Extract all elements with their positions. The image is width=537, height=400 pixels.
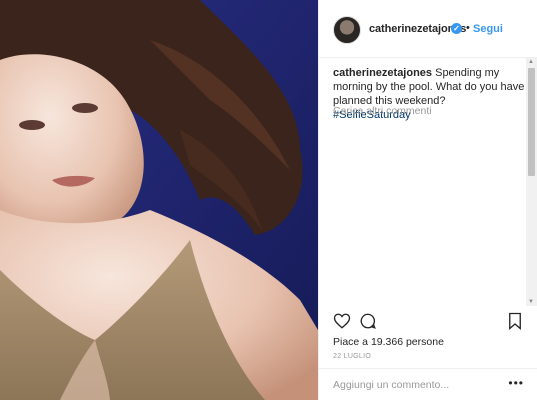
post-details-panel: catherinezetajones ✓ • Segui catherineze… bbox=[318, 0, 537, 400]
verified-badge-icon: ✓ bbox=[451, 23, 462, 34]
post-header: catherinezetajones ✓ • Segui bbox=[319, 0, 537, 58]
post-actions bbox=[333, 312, 525, 332]
avatar[interactable] bbox=[333, 16, 361, 44]
load-more-comments-link[interactable]: Carica altri commenti bbox=[333, 105, 432, 117]
comment-bubble-icon[interactable] bbox=[359, 312, 377, 335]
post-date: 22 LUGLIO bbox=[333, 353, 372, 360]
comments-scrollbar[interactable]: ▲ ▼ bbox=[526, 58, 537, 306]
likes-count[interactable]: Piace a 19.366 persone bbox=[333, 336, 444, 348]
heart-icon[interactable] bbox=[333, 312, 351, 335]
scroll-down-icon[interactable]: ▼ bbox=[528, 299, 534, 305]
bookmark-icon[interactable] bbox=[507, 312, 523, 335]
scroll-up-icon[interactable]: ▲ bbox=[528, 59, 534, 65]
scrollbar-thumb[interactable] bbox=[528, 68, 535, 176]
separator-dot: • bbox=[466, 22, 470, 34]
more-options-icon[interactable]: ••• bbox=[508, 376, 524, 390]
follow-button[interactable]: Segui bbox=[473, 23, 503, 35]
post-photo[interactable] bbox=[0, 0, 318, 400]
add-comment-bar: Aggiungi un commento... ••• bbox=[319, 368, 537, 400]
comment-input[interactable]: Aggiungi un commento... bbox=[333, 379, 449, 391]
caption-username[interactable]: catherinezetajones bbox=[333, 67, 432, 79]
